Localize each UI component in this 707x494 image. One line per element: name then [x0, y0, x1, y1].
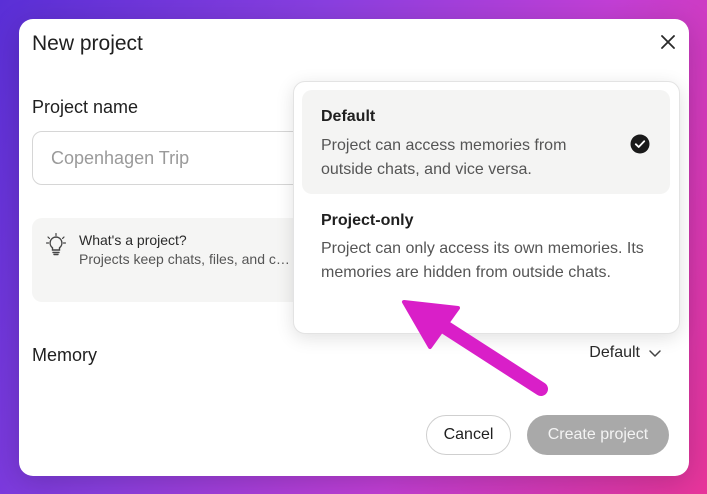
- option-description: Project can access memories from outside…: [321, 137, 567, 178]
- memory-selected-value: Default: [589, 344, 640, 361]
- chevron-down-icon: [649, 350, 661, 357]
- option-description: Project can only access its own memories…: [321, 240, 644, 281]
- project-name-label: Project name: [32, 97, 139, 117]
- checkmark-icon: [630, 134, 650, 154]
- info-body: Projects keep chats, files, and c… ongoi…: [79, 251, 289, 267]
- info-title: What's a project?: [79, 232, 187, 248]
- close-icon: [661, 35, 675, 49]
- close-button[interactable]: [657, 31, 679, 53]
- memory-dropdown: Default Project can access memories from…: [293, 81, 680, 334]
- cancel-button[interactable]: Cancel: [426, 415, 511, 455]
- memory-option-default[interactable]: Default Project can access memories from…: [302, 90, 670, 194]
- backdrop: New project Project name What's a projec…: [0, 0, 707, 494]
- memory-option-project-only[interactable]: Project-only Project can only access its…: [302, 200, 670, 324]
- dialog-title: New project: [32, 32, 143, 55]
- memory-select[interactable]: Default: [589, 344, 662, 362]
- memory-label: Memory: [32, 345, 98, 365]
- option-title: Default: [321, 108, 376, 125]
- option-title: Project-only: [321, 212, 414, 229]
- lightbulb-icon: [46, 233, 66, 256]
- create-project-button[interactable]: Create project: [527, 415, 669, 455]
